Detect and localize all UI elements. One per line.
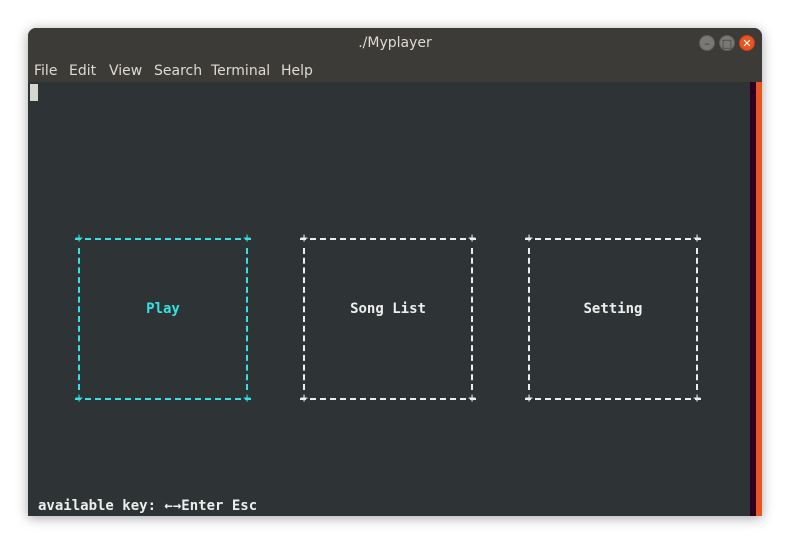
close-button[interactable]: ✕	[739, 35, 755, 51]
menu-option-song-list[interactable]: + + + + Song List	[300, 231, 476, 406]
option-label-play: Play	[146, 301, 180, 317]
window-title: ./Myplayer	[358, 35, 432, 51]
option-label-song-list: Song List	[350, 301, 426, 317]
menu-view[interactable]: View	[109, 61, 142, 81]
box-border-left	[528, 248, 530, 390]
box-border-top	[525, 238, 701, 240]
box-border-left	[303, 248, 305, 390]
terminal-window: ./Myplayer – □ ✕ File Edit View Search T…	[28, 28, 762, 516]
box-border-top	[300, 238, 476, 240]
menu-edit[interactable]: Edit	[69, 61, 96, 81]
box-border-bottom	[75, 398, 251, 400]
box-corner: +	[468, 391, 476, 406]
text-cursor	[30, 84, 38, 101]
box-border-bottom	[525, 398, 701, 400]
menu-terminal[interactable]: Terminal	[211, 61, 270, 81]
title-bar[interactable]: ./Myplayer – □ ✕	[28, 28, 762, 58]
scrollbar-thumb[interactable]	[756, 82, 762, 516]
status-line: available key: ←→Enter Esc	[38, 498, 258, 514]
maximize-button[interactable]: □	[719, 35, 735, 51]
box-corner: +	[525, 391, 533, 406]
box-border-top	[75, 238, 251, 240]
box-border-right	[471, 248, 473, 390]
terminal-area[interactable]: + + + + Play + + + + Song List + + + + S…	[28, 82, 750, 516]
box-corner: +	[75, 391, 83, 406]
box-corner: +	[243, 231, 251, 246]
box-border-right	[246, 248, 248, 390]
box-corner: +	[243, 391, 251, 406]
box-corner: +	[75, 231, 83, 246]
box-corner: +	[693, 391, 701, 406]
box-corner: +	[300, 231, 308, 246]
minimize-button[interactable]: –	[699, 35, 715, 51]
menu-bar: File Edit View Search Terminal Help	[28, 58, 762, 82]
box-corner: +	[468, 231, 476, 246]
box-corner: +	[693, 231, 701, 246]
box-corner: +	[525, 231, 533, 246]
menu-search[interactable]: Search	[154, 61, 202, 81]
menu-help[interactable]: Help	[281, 61, 313, 81]
menu-file[interactable]: File	[34, 61, 57, 81]
menu-option-setting[interactable]: + + + + Setting	[525, 231, 701, 406]
box-border-left	[78, 248, 80, 390]
box-corner: +	[300, 391, 308, 406]
menu-option-play[interactable]: + + + + Play	[75, 231, 251, 406]
box-border-bottom	[300, 398, 476, 400]
box-border-right	[696, 248, 698, 390]
option-label-setting: Setting	[583, 301, 643, 317]
